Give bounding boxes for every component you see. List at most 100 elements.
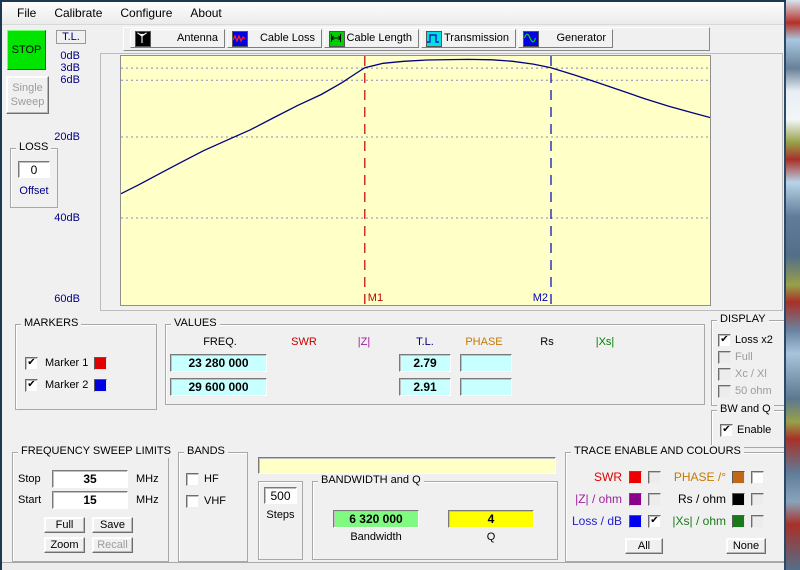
bwq-enable-label: Enable bbox=[737, 424, 771, 437]
vhf-label: VHF bbox=[204, 495, 226, 508]
y-tick-0db: 0dB bbox=[44, 50, 80, 62]
fifty-ohm-label: 50 ohm bbox=[735, 385, 772, 398]
start-freq-unit: MHz bbox=[136, 494, 159, 507]
display-group-title: DISPLAY bbox=[717, 313, 769, 326]
fifty-ohm-checkbox[interactable] bbox=[718, 385, 731, 398]
marker2-checkbox[interactable]: ✔ bbox=[25, 379, 38, 392]
bandwidth-value-field: 6 320 000 bbox=[333, 510, 419, 528]
start-freq-input[interactable]: 15 bbox=[52, 491, 128, 509]
trace-swr-label: SWR bbox=[570, 471, 622, 484]
steps-label: Steps bbox=[258, 509, 303, 522]
values-header-swr: SWR bbox=[274, 336, 334, 349]
values-header-z: |Z| bbox=[334, 336, 394, 349]
marker1-tl-field[interactable]: 2.79 bbox=[399, 354, 451, 372]
sweep-limits-group-title: FREQUENCY SWEEP LIMITS bbox=[18, 445, 174, 458]
antenna-button-label: Antenna bbox=[177, 32, 218, 44]
bandwidth-label: Bandwidth bbox=[333, 531, 419, 544]
y-tick-6db: 6dB bbox=[44, 74, 80, 86]
svg-text:M1: M1 bbox=[368, 292, 383, 304]
trace-none-button[interactable]: None bbox=[726, 538, 766, 554]
generator-icon bbox=[523, 31, 539, 47]
save-button[interactable]: Save bbox=[92, 517, 133, 533]
full-span-button[interactable]: Full bbox=[44, 517, 85, 533]
menu-file[interactable]: File bbox=[8, 3, 45, 23]
trace-phase-label: PHASE /° bbox=[656, 471, 726, 484]
y-tick-3db: 3dB bbox=[44, 62, 80, 74]
marker2-freq-field[interactable]: 29 600 000 bbox=[170, 378, 267, 396]
xc-xl-label: Xc / Xl bbox=[735, 368, 767, 381]
marker2-tl-field[interactable]: 2.91 bbox=[399, 378, 451, 396]
q-value-field: 4 bbox=[448, 510, 534, 528]
transmission-button-label: Transmission bbox=[444, 32, 509, 44]
window-bottom-border bbox=[0, 562, 786, 570]
cable-length-button[interactable]: Cable Length bbox=[324, 29, 419, 48]
steps-input[interactable]: 500 bbox=[264, 487, 297, 504]
marker2-phase-field[interactable] bbox=[460, 378, 512, 396]
values-header-tl: T.L. bbox=[395, 336, 455, 349]
cable-loss-button[interactable]: Cable Loss bbox=[227, 29, 322, 48]
zoom-button[interactable]: Zoom bbox=[44, 537, 85, 553]
full-label: Full bbox=[735, 351, 753, 364]
trace-xs-label: |Xs| / ohm bbox=[656, 515, 726, 528]
xc-xl-checkbox[interactable] bbox=[718, 368, 731, 381]
antenna-button[interactable]: Antenna bbox=[130, 29, 225, 48]
marker1-label: Marker 1 bbox=[45, 357, 88, 370]
trace-loss-swatch[interactable] bbox=[629, 515, 642, 528]
stop-freq-unit: MHz bbox=[136, 473, 159, 486]
bandwidth-q-group-title: BANDWIDTH and Q bbox=[318, 474, 424, 487]
app-window: File Calibrate Configure About STOP Sing… bbox=[0, 0, 800, 570]
antenna-icon bbox=[135, 31, 151, 47]
window-right-border bbox=[784, 0, 786, 570]
trace-loss-label: Loss / dB bbox=[570, 515, 622, 528]
trace-phase-checkbox[interactable] bbox=[751, 471, 764, 484]
loss-group-title: LOSS bbox=[16, 141, 51, 154]
hf-checkbox[interactable] bbox=[186, 473, 199, 486]
menu-configure[interactable]: Configure bbox=[111, 3, 181, 23]
svg-text:M2: M2 bbox=[533, 292, 548, 304]
trace-z-swatch[interactable] bbox=[629, 493, 642, 506]
full-checkbox[interactable] bbox=[718, 351, 731, 364]
y-tick-40db: 40dB bbox=[44, 212, 80, 224]
single-sweep-button[interactable]: Single Sweep bbox=[6, 76, 49, 114]
values-header-rs: Rs bbox=[517, 336, 577, 349]
stop-freq-label: Stop bbox=[18, 473, 41, 486]
loss-offset-input[interactable]: 0 bbox=[18, 161, 50, 178]
cable-length-icon bbox=[329, 31, 345, 47]
values-header-xs: |Xs| bbox=[575, 336, 635, 349]
marker2-color-swatch[interactable] bbox=[94, 379, 107, 392]
bw-and-q-group-title: BW and Q bbox=[717, 403, 774, 416]
single-sweep-line1: Single bbox=[7, 81, 48, 95]
menu-bar: File Calibrate Configure About bbox=[2, 2, 784, 25]
marker1-color-swatch[interactable] bbox=[94, 357, 107, 370]
loss-chart[interactable]: M1 M2 bbox=[120, 55, 711, 306]
trace-rs-swatch[interactable] bbox=[732, 493, 745, 506]
q-label: Q bbox=[448, 531, 534, 544]
values-group-title: VALUES bbox=[171, 317, 220, 330]
single-sweep-line2: Sweep bbox=[7, 95, 48, 109]
message-field[interactable] bbox=[258, 457, 556, 474]
trace-xs-checkbox[interactable] bbox=[751, 515, 764, 528]
trace-xs-swatch[interactable] bbox=[732, 515, 745, 528]
menu-calibrate[interactable]: Calibrate bbox=[45, 3, 111, 23]
trace-phase-swatch[interactable] bbox=[732, 471, 745, 484]
trace-swr-swatch[interactable] bbox=[629, 471, 642, 484]
bwq-enable-checkbox[interactable]: ✔ bbox=[720, 424, 733, 437]
marker2-label: Marker 2 bbox=[45, 379, 88, 392]
generator-button[interactable]: Generator bbox=[518, 29, 613, 48]
stop-freq-input[interactable]: 35 bbox=[52, 470, 128, 488]
trace-all-button[interactable]: All bbox=[625, 538, 663, 554]
stop-button[interactable]: STOP bbox=[7, 30, 46, 70]
transmission-button[interactable]: Transmission bbox=[421, 29, 516, 48]
desktop-background-strip bbox=[786, 0, 800, 570]
recall-button[interactable]: Recall bbox=[92, 537, 133, 553]
marker1-checkbox[interactable]: ✔ bbox=[25, 357, 38, 370]
trace-z-label: |Z| / ohm bbox=[570, 493, 622, 506]
loss-group: LOSS bbox=[10, 148, 58, 208]
menu-about[interactable]: About bbox=[181, 3, 230, 23]
marker1-freq-field[interactable]: 23 280 000 bbox=[170, 354, 267, 372]
marker1-phase-field[interactable] bbox=[460, 354, 512, 372]
y-tick-60db: 60dB bbox=[44, 293, 80, 305]
vhf-checkbox[interactable] bbox=[186, 495, 199, 508]
loss-x2-checkbox[interactable]: ✔ bbox=[718, 334, 731, 347]
trace-rs-checkbox[interactable] bbox=[751, 493, 764, 506]
